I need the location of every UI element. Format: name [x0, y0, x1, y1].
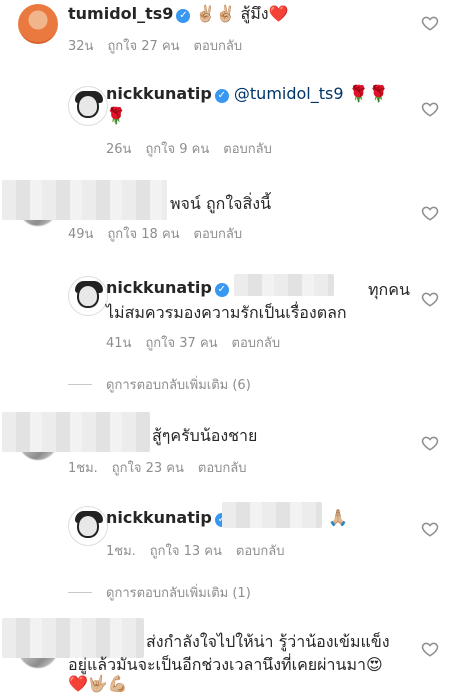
timestamp[interactable]: 49น: [68, 227, 93, 242]
divider: [68, 384, 92, 385]
comment-meta: 49น ถูกใจ 18 คน ตอบกลับ: [68, 223, 256, 244]
comment-row: nickkunatip✓: [106, 508, 229, 527]
likes-count[interactable]: ถูกใจ 18 คน: [107, 227, 179, 242]
blurred-username: [2, 412, 150, 452]
timestamp[interactable]: 1ชม.: [106, 544, 136, 559]
reply-button[interactable]: ตอบกลับ: [194, 227, 243, 242]
comment-meta: 1ชม. ถูกใจ 23 คน ตอบกลับ: [68, 457, 261, 478]
likes-count[interactable]: ถูกใจ 27 คน: [107, 39, 179, 54]
view-more-label[interactable]: ดูการตอบกลับเพิ่มเติม (1): [106, 586, 251, 601]
blurred-username: [2, 180, 167, 220]
likes-count[interactable]: ถูกใจ 9 คน: [145, 142, 209, 157]
likes-count[interactable]: ถูกใจ 37 คน: [145, 336, 217, 351]
comment-text: ทุกคน: [368, 280, 410, 299]
comment-text: ✌🏼✌🏼 สู้มึง❤️: [195, 4, 289, 23]
comment-row: nickkunatip ✓ @tumidol_ts9 🌹🌹: [106, 84, 388, 103]
avatar[interactable]: [68, 506, 108, 546]
view-more-replies[interactable]: ดูการตอบกลับเพิ่มเติม (6): [68, 374, 251, 395]
avatar[interactable]: [18, 4, 58, 44]
blurred-mention: [234, 274, 334, 296]
comment-text: ส่งกำลังใจไปให้น่า รู้ว่าน้องเข้มแข็ง: [146, 632, 390, 651]
comment-meta: 1ชม. ถูกใจ 13 คน ตอบกลับ: [106, 540, 299, 561]
heart-outline-icon[interactable]: [421, 520, 439, 538]
heart-outline-icon[interactable]: [421, 204, 439, 222]
divider: [68, 592, 92, 593]
comment-text-line: ไม่สมควรมองความรักเป็นเรื่องตลก: [106, 303, 347, 322]
comment-text-line: 🌹: [106, 106, 126, 125]
reply-button[interactable]: ตอบกลับ: [232, 336, 281, 351]
timestamp[interactable]: 1ชม.: [68, 461, 98, 476]
username[interactable]: nickkunatip: [106, 84, 212, 103]
likes-count[interactable]: ถูกใจ 13 คน: [150, 544, 222, 559]
reply-button[interactable]: ตอบกลับ: [194, 39, 243, 54]
mention-link[interactable]: @tumidol_ts9: [234, 84, 344, 103]
heart-outline-icon[interactable]: [421, 434, 439, 452]
reply-button[interactable]: ตอบกลับ: [223, 142, 272, 157]
reply-button[interactable]: ตอบกลับ: [198, 461, 247, 476]
username[interactable]: nickkunatip: [106, 508, 212, 527]
comment-text-line: ❤️🤟🏼💪🏼: [68, 674, 128, 693]
comment-text: สู้ๆครับน้องชาย: [152, 426, 258, 445]
heart-outline-icon[interactable]: [421, 100, 439, 118]
comment-text: พจน์ ถูกใจสิ่งนี้: [170, 194, 272, 213]
comment-meta: 26น ถูกใจ 9 คน ตอบกลับ: [106, 138, 286, 159]
verified-badge-icon: ✓: [214, 283, 229, 297]
username[interactable]: nickkunatip: [106, 278, 212, 297]
reply-button[interactable]: ตอบกลับ: [236, 544, 285, 559]
comment-meta: 41น ถูกใจ 37 คน ตอบกลับ: [106, 332, 294, 353]
comment-meta: 32น ถูกใจ 27 คน ตอบกลับ: [68, 35, 256, 56]
verified-badge-icon: ✓: [176, 9, 191, 23]
comment-text: 🙏🏼: [328, 508, 348, 527]
verified-badge-icon: ✓: [214, 89, 229, 103]
heart-outline-icon[interactable]: [421, 290, 439, 308]
likes-count[interactable]: ถูกใจ 23 คน: [112, 461, 184, 476]
comment-row: nickkunatip✓ @: [106, 278, 250, 297]
view-more-label[interactable]: ดูการตอบกลับเพิ่มเติม (6): [106, 378, 251, 393]
username[interactable]: tumidol_ts9: [68, 4, 173, 23]
comment-row: tumidol_ts9 ✓ ✌🏼✌🏼 สู้มึง❤️: [68, 2, 289, 27]
heart-outline-icon[interactable]: [421, 14, 439, 32]
timestamp[interactable]: 26น: [106, 142, 131, 157]
avatar[interactable]: [68, 276, 108, 316]
blurred-mention: [222, 502, 322, 528]
comment-text: 🌹🌹: [348, 84, 389, 103]
blurred-username: [2, 618, 144, 658]
avatar[interactable]: [68, 86, 108, 126]
heart-outline-icon[interactable]: [421, 640, 439, 658]
timestamp[interactable]: 32น: [68, 39, 93, 54]
timestamp[interactable]: 41น: [106, 336, 131, 351]
view-more-replies[interactable]: ดูการตอบกลับเพิ่มเติม (1): [68, 582, 251, 603]
